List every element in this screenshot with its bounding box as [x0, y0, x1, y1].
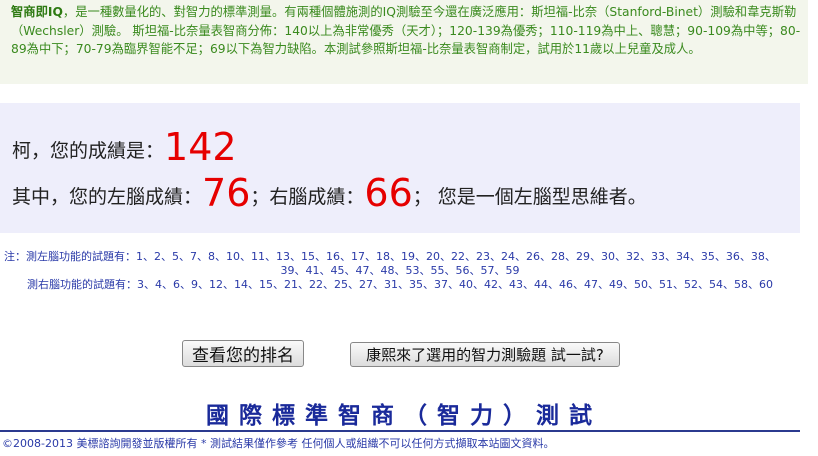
right-brain-questions-label: 測右腦功能的試題有：	[27, 278, 138, 291]
try-iq-test-button[interactable]: 康熙來了選用的智力測驗題 試一試?	[350, 342, 620, 367]
footer-divider	[0, 430, 800, 432]
copyright-footer: ©2008-2013 美標諮詢開發並版權所有 * 測試結果僅作參考 任何個人或組…	[2, 437, 555, 450]
intro-description: ，是一種數量化的、對智力的標準測量。有兩種個體施測的IQ測驗至今還在廣泛應用：斯…	[11, 5, 801, 56]
question-notes: 注：測左腦功能的試題有：1、2、5、7、8、10、11、13、15、16、17、…	[0, 250, 800, 292]
left-brain-score: 76	[202, 171, 251, 215]
right-brain-questions: 測右腦功能的試題有：3、4、6、9、12、14、15、21、22、25、27、3…	[0, 278, 800, 292]
total-score-value: 142	[164, 125, 237, 169]
site-title: 國際標準智商（智力）測試	[206, 402, 602, 429]
brain-score-line: 其中，您的左腦成績：76；右腦成績：66； 您是一個左腦型思維者。	[12, 171, 647, 215]
left-brain-questions-list: 1、2、5、7、8、10、11、13、15、16、17、18、19、20、22、…	[136, 250, 776, 263]
total-score-line: 柯，您的成績是：142	[12, 125, 237, 169]
left-brain-questions-label: 注：測左腦功能的試題有：	[4, 250, 136, 263]
view-ranking-button[interactable]: 查看您的排名	[182, 340, 304, 367]
left-brain-label: 其中，您的左腦成績：	[12, 186, 203, 208]
right-brain-score: 66	[364, 171, 413, 215]
right-brain-questions-list: 3、4、6、9、12、14、15、21、22、25、27、31、35、37、40…	[137, 278, 773, 291]
left-brain-questions-cont: 39、41、45、47、48、53、55、56、57、59	[280, 264, 520, 277]
right-brain-label: ；右腦成績：	[250, 186, 365, 208]
intro-term: 智商即IQ	[11, 5, 63, 19]
intro-text-panel: 智商即IQ，是一種數量化的、對智力的標準測量。有兩種個體施測的IQ測驗至今還在廣…	[0, 0, 808, 84]
left-brain-questions: 注：測左腦功能的試題有：1、2、5、7、8、10、11、13、15、16、17、…	[0, 250, 800, 264]
result-panel: 柯，您的成績是：142 其中，您的左腦成績：76；右腦成績：66； 您是一個左腦…	[0, 103, 800, 233]
total-score-label: 柯，您的成績是：	[12, 140, 165, 162]
brain-type-conclusion: ； 您是一個左腦型思維者。	[412, 186, 647, 208]
